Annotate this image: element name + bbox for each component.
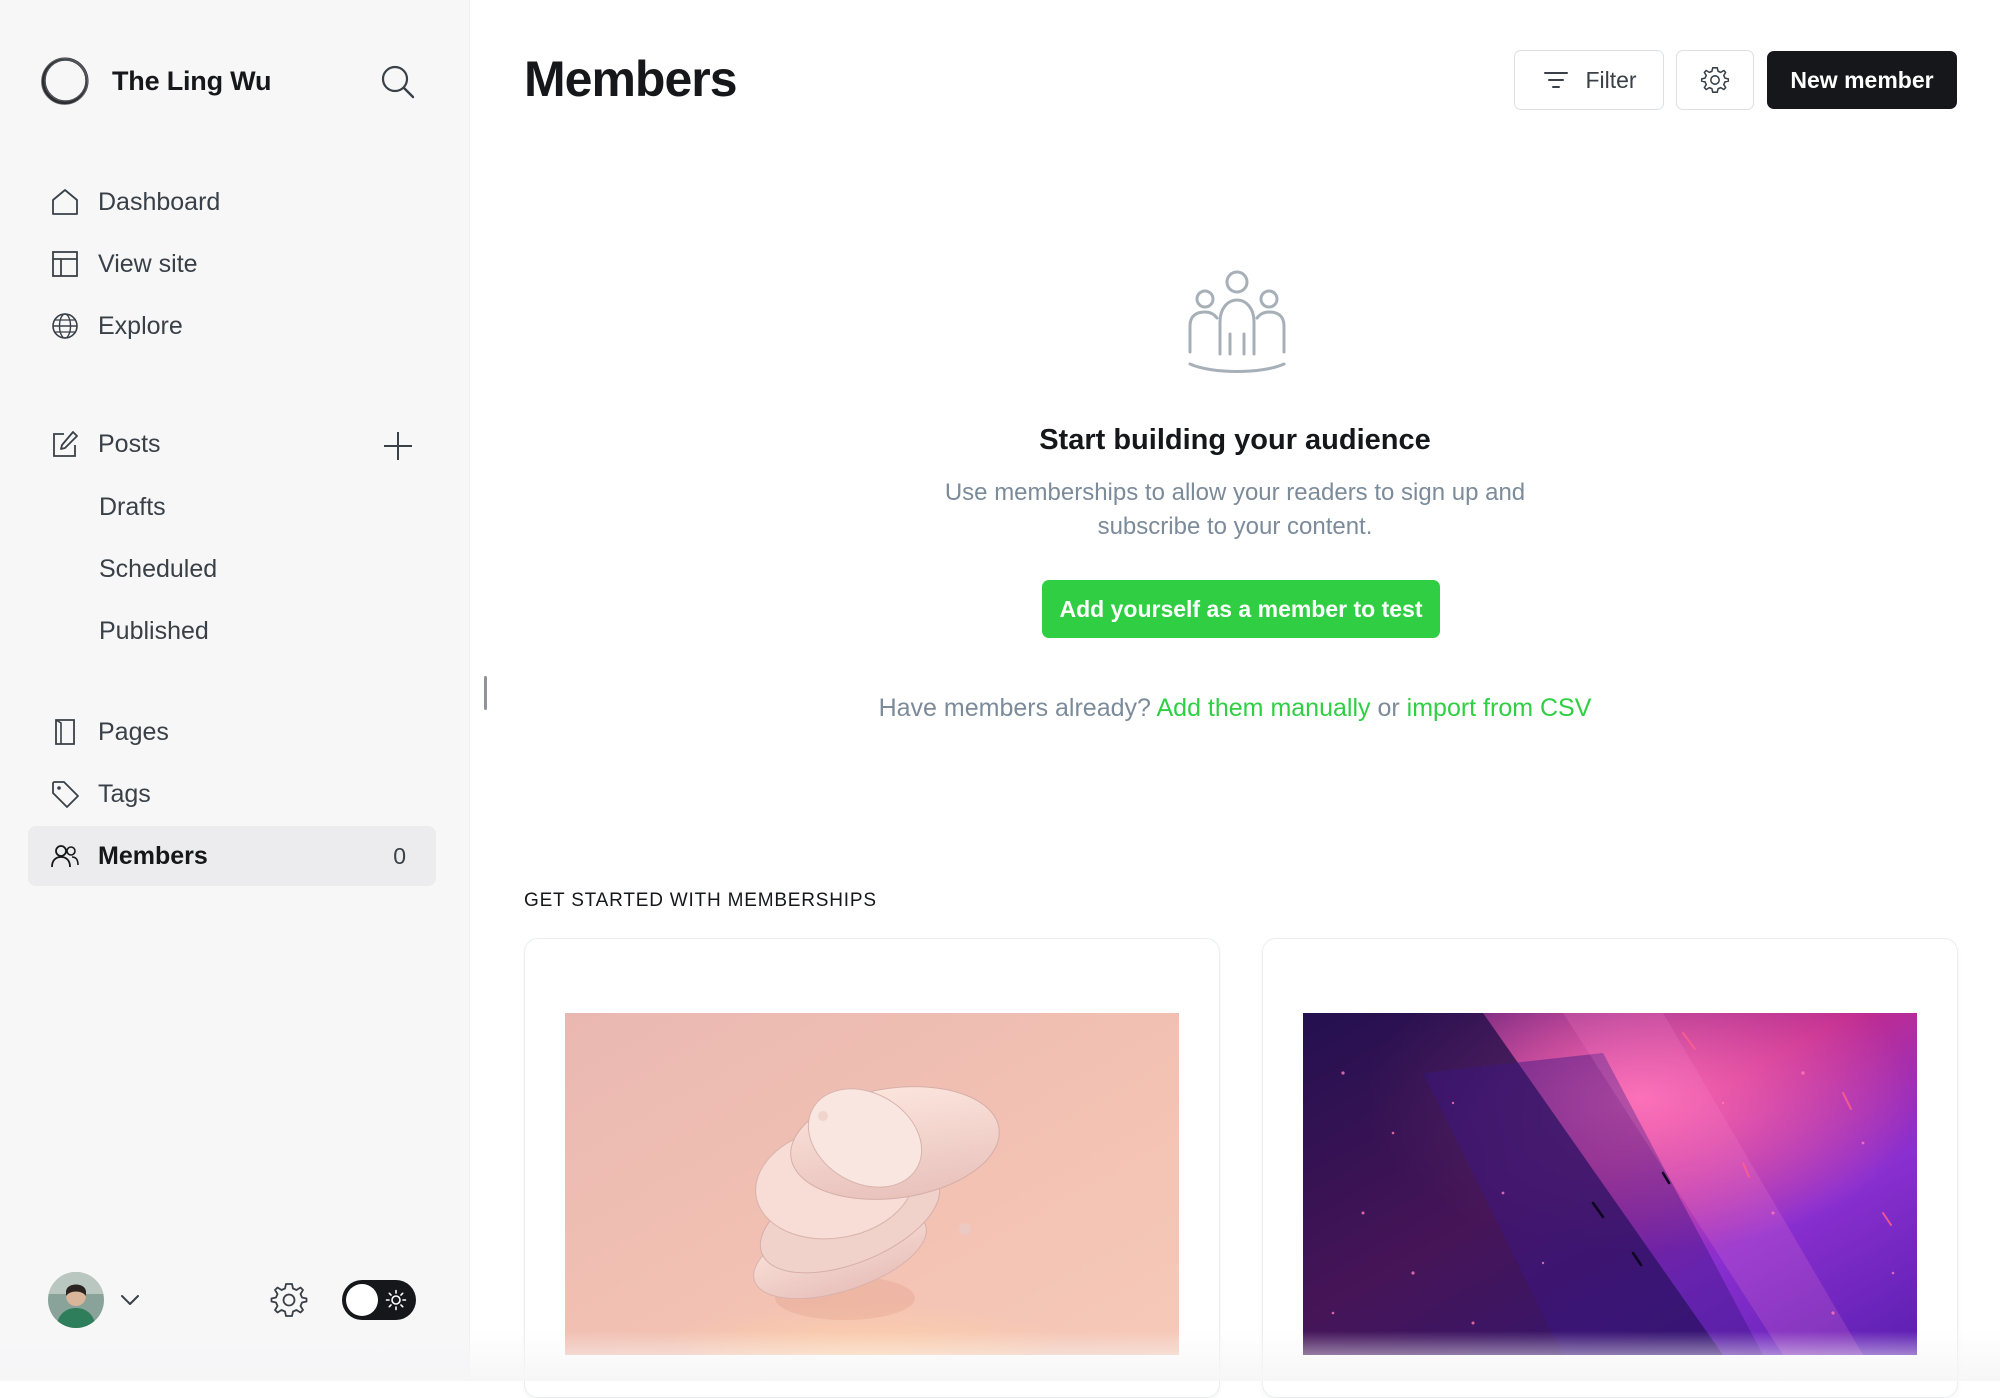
sidebar-item-label: View site — [98, 249, 198, 278]
add-manually-link[interactable]: Add them manually — [1157, 694, 1371, 722]
get-started-card[interactable] — [524, 938, 1220, 1398]
home-icon — [50, 187, 80, 217]
card-image-neon — [1303, 1013, 1917, 1355]
sidebar-item-label: Explore — [98, 311, 183, 340]
members-count: 0 — [393, 842, 406, 869]
gear-icon[interactable] — [268, 1279, 310, 1321]
sidebar-item-members[interactable]: Members 0 — [28, 826, 436, 886]
site-name: The Ling Wu — [112, 65, 272, 96]
sidebar-item-label: Members — [98, 841, 208, 870]
sidebar-subitem-drafts[interactable]: Drafts — [99, 482, 166, 532]
members-icon — [50, 841, 80, 871]
sidebar: The Ling Wu Dashboard View site Explore … — [0, 0, 470, 1381]
globe-icon — [50, 311, 80, 341]
sidebar-item-label: Tags — [98, 779, 151, 808]
filter-icon — [1544, 72, 1569, 88]
sidebar-item-pages[interactable]: Pages — [28, 702, 436, 762]
main-content: Members Filter New member Start building… — [470, 0, 2000, 1398]
get-started-card[interactable] — [1262, 938, 1958, 1398]
theme-toggle[interactable] — [342, 1280, 416, 1320]
filter-label: Filter — [1585, 66, 1637, 93]
sidebar-item-label: Dashboard — [98, 187, 221, 216]
sidebar-item-label: Pages — [98, 717, 169, 746]
tag-icon — [50, 779, 80, 809]
edit-icon — [50, 429, 80, 459]
sidebar-item-view-site[interactable]: View site — [28, 234, 436, 294]
get-started-label: GET STARTED WITH MEMBERSHIPS — [524, 890, 877, 911]
sidebar-item-label: Posts — [98, 429, 161, 458]
search-icon[interactable] — [378, 62, 418, 102]
sidebar-subitem-scheduled[interactable]: Scheduled — [99, 544, 217, 594]
empty-state-title: Start building your audience — [1039, 424, 1431, 456]
layout-icon — [50, 249, 80, 279]
empty-state-description: Use memberships to allow your readers to… — [944, 479, 1526, 540]
chevron-down-icon[interactable] — [116, 1286, 144, 1314]
sidebar-item-explore[interactable]: Explore — [28, 296, 436, 356]
sun-icon — [385, 1289, 407, 1311]
sidebar-subitem-published[interactable]: Published — [99, 606, 209, 656]
add-yourself-button[interactable]: Add yourself as a member to test — [1042, 580, 1440, 638]
new-member-button[interactable]: New member — [1767, 51, 1957, 109]
sidebar-item-dashboard[interactable]: Dashboard — [28, 172, 436, 232]
sidebar-item-tags[interactable]: Tags — [28, 764, 436, 824]
gear-icon — [1700, 67, 1730, 93]
have-members-text: Have members already? Add them manually … — [470, 694, 2000, 723]
page-icon — [50, 717, 80, 747]
audience-icon — [1188, 270, 1286, 373]
have-members-prefix: Have members already? — [878, 694, 1151, 722]
toggle-knob — [346, 1284, 378, 1316]
site-brand[interactable]: The Ling Wu — [38, 54, 271, 108]
avatar[interactable] — [48, 1272, 104, 1328]
site-logo-icon — [41, 57, 89, 105]
plus-icon[interactable] — [376, 424, 420, 468]
filter-button[interactable]: Filter — [1514, 50, 1664, 110]
page-title: Members — [524, 51, 738, 107]
import-csv-link[interactable]: import from CSV — [1407, 694, 1592, 722]
card-image-pastel — [565, 1013, 1179, 1355]
or-text: or — [1377, 694, 1400, 722]
sidebar-item-posts[interactable]: Posts — [28, 414, 368, 474]
members-settings-button[interactable] — [1676, 50, 1754, 110]
